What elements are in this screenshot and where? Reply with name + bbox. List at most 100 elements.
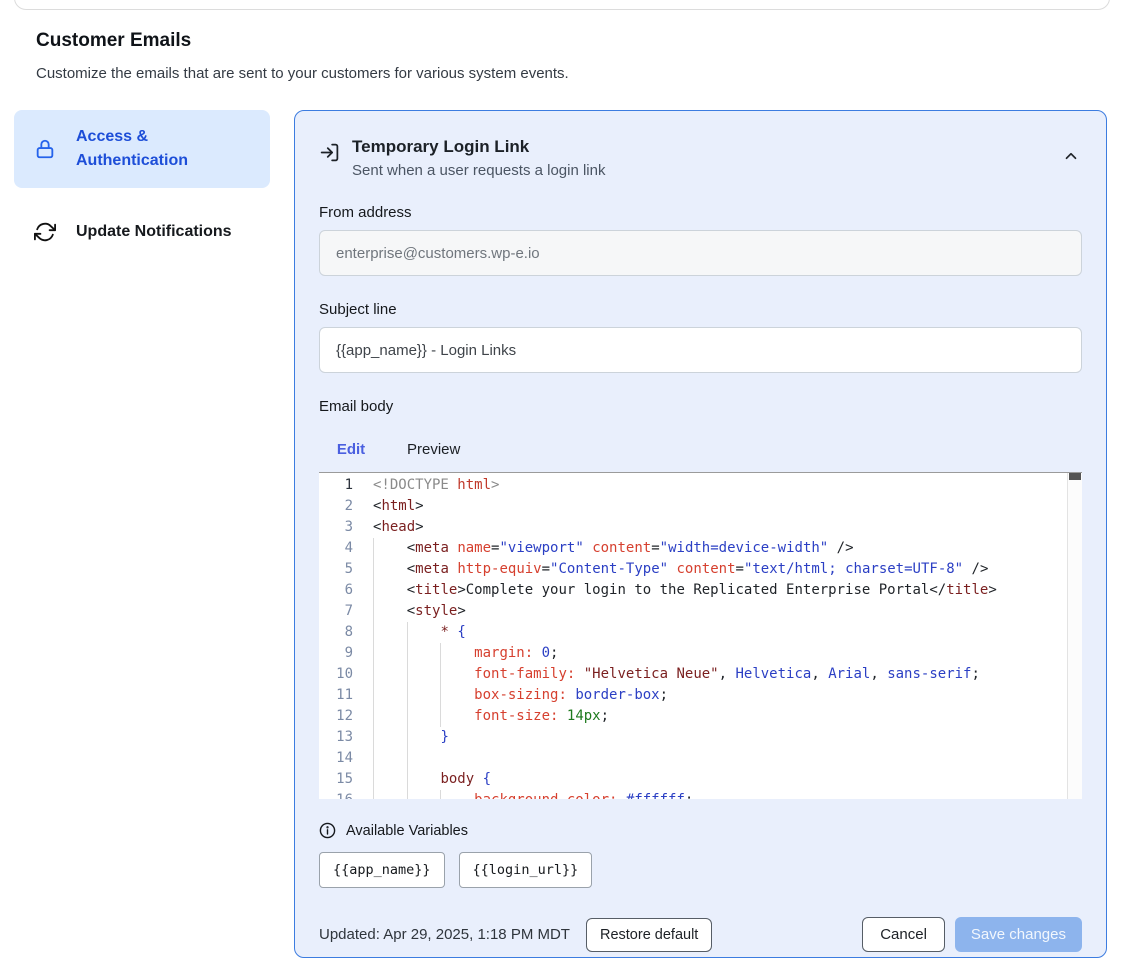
tab-edit[interactable]: Edit bbox=[319, 432, 383, 472]
code-line: 7 <style> bbox=[319, 601, 1082, 622]
indent-guide bbox=[440, 643, 441, 664]
line-number: 8 bbox=[319, 622, 353, 643]
line-number: 7 bbox=[319, 601, 353, 622]
restore-default-button[interactable]: Restore default bbox=[586, 918, 712, 952]
indent-guide bbox=[440, 790, 441, 799]
code-line: 10 font-family: "Helvetica Neue", Helvet… bbox=[319, 664, 1082, 685]
cancel-button[interactable]: Cancel bbox=[862, 917, 945, 952]
sidebar-item-label: Update Notifications bbox=[76, 220, 250, 244]
email-body-code-editor[interactable]: 1<!DOCTYPE html>2<html>3<head>4 <meta na… bbox=[319, 472, 1082, 799]
indent-guide bbox=[373, 706, 374, 727]
variable-chip-login-url[interactable]: {{login_url}} bbox=[459, 852, 593, 888]
code-text: <html> bbox=[353, 496, 1082, 517]
page-subtitle: Customize the emails that are sent to yo… bbox=[36, 65, 936, 82]
code-line: 9 margin: 0; bbox=[319, 643, 1082, 664]
indent-guide bbox=[407, 664, 408, 685]
page-title: Customer Emails bbox=[36, 30, 936, 52]
indent-guide bbox=[373, 538, 374, 559]
panel-subtitle: Sent when a user requests a login link bbox=[352, 162, 605, 179]
code-line: 14 bbox=[319, 748, 1082, 769]
line-number: 1 bbox=[319, 475, 353, 496]
code-text: <title>Complete your login to the Replic… bbox=[353, 580, 1082, 601]
save-changes-button[interactable]: Save changes bbox=[955, 917, 1082, 952]
panel-header: Temporary Login Link Sent when a user re… bbox=[319, 135, 1082, 179]
indent-guide bbox=[373, 601, 374, 622]
code-line: 4 <meta name="viewport" content="width=d… bbox=[319, 538, 1082, 559]
line-number: 11 bbox=[319, 685, 353, 706]
subject-line-label: Subject line bbox=[319, 301, 1082, 318]
line-number: 6 bbox=[319, 580, 353, 601]
indent-guide bbox=[407, 622, 408, 643]
code-text: } bbox=[353, 727, 1082, 748]
indent-guide bbox=[373, 643, 374, 664]
code-line: 2<html> bbox=[319, 496, 1082, 517]
code-text bbox=[353, 748, 1082, 769]
indent-guide bbox=[373, 664, 374, 685]
email-types-sidebar: Access & Authentication Update Notificat… bbox=[14, 110, 270, 259]
collapse-panel-button[interactable] bbox=[1060, 145, 1082, 167]
sidebar-item-label: Access & Authentication bbox=[76, 125, 250, 173]
line-number: 9 bbox=[319, 643, 353, 664]
refresh-icon bbox=[34, 221, 56, 243]
temporary-login-link-panel: Temporary Login Link Sent when a user re… bbox=[294, 110, 1107, 958]
from-address-input[interactable] bbox=[319, 230, 1082, 276]
panel-title-block: Temporary Login Link Sent when a user re… bbox=[352, 135, 605, 179]
available-variables-label: Available Variables bbox=[346, 823, 468, 839]
updated-timestamp: Updated: Apr 29, 2025, 1:18 PM MDT bbox=[319, 926, 570, 943]
code-line: 15 body { bbox=[319, 769, 1082, 790]
email-body-tabs: Edit Preview bbox=[319, 432, 1082, 472]
line-number: 2 bbox=[319, 496, 353, 517]
sidebar-item-access-authentication[interactable]: Access & Authentication bbox=[14, 110, 270, 188]
indent-guide bbox=[407, 685, 408, 706]
line-number: 16 bbox=[319, 790, 353, 799]
line-number: 10 bbox=[319, 664, 353, 685]
indent-guide bbox=[373, 727, 374, 748]
indent-guide bbox=[373, 790, 374, 799]
line-number: 14 bbox=[319, 748, 353, 769]
page-header: Customer Emails Customize the emails tha… bbox=[36, 30, 936, 82]
line-number: 5 bbox=[319, 559, 353, 580]
subject-line-input[interactable] bbox=[319, 327, 1082, 373]
code-line: 3<head> bbox=[319, 517, 1082, 538]
code-text: * { bbox=[353, 622, 1082, 643]
code-text: body { bbox=[353, 769, 1082, 790]
code-text: <style> bbox=[353, 601, 1082, 622]
code-text: <meta name="viewport" content="width=dev… bbox=[353, 538, 1082, 559]
tab-preview[interactable]: Preview bbox=[405, 432, 462, 472]
from-address-label: From address bbox=[319, 204, 1082, 221]
code-text: font-family: "Helvetica Neue", Helvetica… bbox=[353, 664, 1082, 685]
info-icon bbox=[319, 822, 336, 839]
code-line: 16 background-color: #ffffff; bbox=[319, 790, 1082, 799]
indent-guide bbox=[440, 706, 441, 727]
variable-chip-app-name[interactable]: {{app_name}} bbox=[319, 852, 445, 888]
indent-guide bbox=[407, 643, 408, 664]
panel-footer: Updated: Apr 29, 2025, 1:18 PM MDT Resto… bbox=[319, 917, 1082, 952]
indent-guide bbox=[373, 685, 374, 706]
lock-icon bbox=[34, 138, 56, 160]
code-text: <head> bbox=[353, 517, 1082, 538]
indent-guide bbox=[440, 685, 441, 706]
code-line: 12 font-size: 14px; bbox=[319, 706, 1082, 727]
code-text: box-sizing: border-box; bbox=[353, 685, 1082, 706]
panel-title: Temporary Login Link bbox=[352, 135, 605, 159]
code-text: <meta http-equiv="Content-Type" content=… bbox=[353, 559, 1082, 580]
code-text: font-size: 14px; bbox=[353, 706, 1082, 727]
code-line: 13 } bbox=[319, 727, 1082, 748]
line-number: 3 bbox=[319, 517, 353, 538]
indent-guide bbox=[373, 580, 374, 601]
email-body-label: Email body bbox=[319, 398, 1082, 415]
chevron-up-icon bbox=[1062, 147, 1080, 165]
code-line: 6 <title>Complete your login to the Repl… bbox=[319, 580, 1082, 601]
indent-guide bbox=[407, 727, 408, 748]
sidebar-item-update-notifications[interactable]: Update Notifications bbox=[14, 205, 270, 259]
line-number: 4 bbox=[319, 538, 353, 559]
code-line: 11 box-sizing: border-box; bbox=[319, 685, 1082, 706]
line-number: 15 bbox=[319, 769, 353, 790]
code-line: 8 * { bbox=[319, 622, 1082, 643]
available-variables-row: Available Variables bbox=[319, 822, 1082, 839]
indent-guide bbox=[373, 748, 374, 769]
code-text: margin: 0; bbox=[353, 643, 1082, 664]
previous-card-bottom-edge bbox=[14, 0, 1110, 10]
indent-guide bbox=[373, 559, 374, 580]
code-line: 5 <meta http-equiv="Content-Type" conten… bbox=[319, 559, 1082, 580]
